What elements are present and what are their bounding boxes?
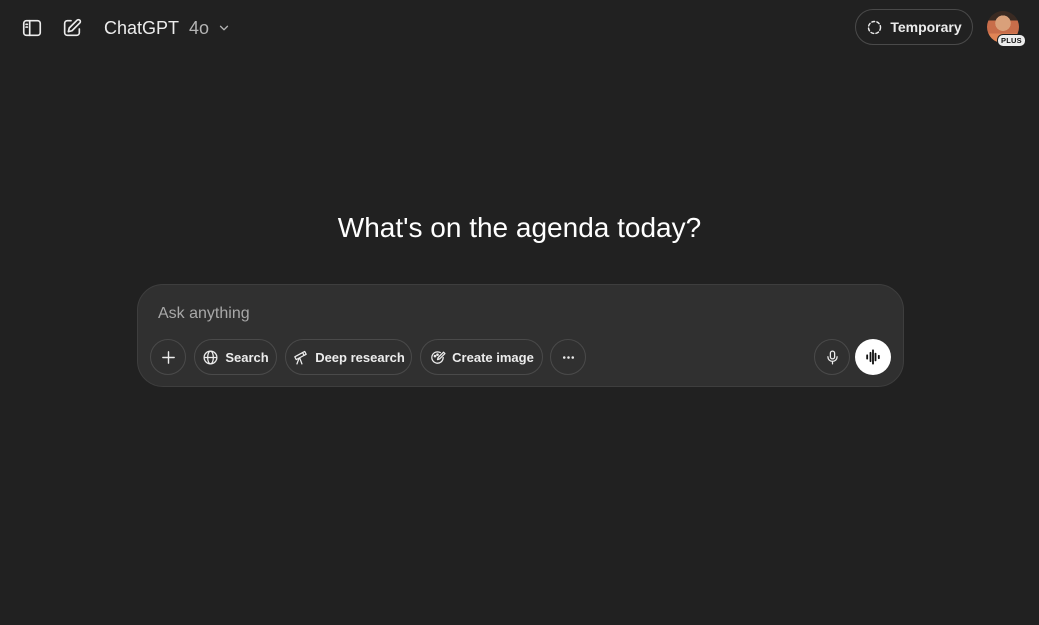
page-heading: What's on the agenda today? [337,212,702,243]
dashed-circle-icon [868,20,882,34]
deep-research-button[interactable]: Deep research [285,339,412,375]
model-version: 4o [189,17,210,38]
prompt-input[interactable] [156,301,800,327]
deep-research-label: Deep research [315,349,405,365]
new-chat-button[interactable] [54,10,90,46]
top-bar: ChatGPT 4o Temporary PLUS [0,0,1039,56]
model-name: ChatGPT [104,17,180,38]
edit-pencil-icon [63,18,82,37]
more-tools-button[interactable] [550,339,586,375]
voice-mode-button[interactable] [855,339,891,375]
search-button[interactable]: Search [194,339,277,375]
create-image-label: Create image [452,349,534,365]
search-label: Search [225,349,269,365]
chevron-down-icon [219,25,229,31]
sidebar-toggle-icon [22,19,42,37]
temporary-label: Temporary [890,19,962,35]
model-selector[interactable]: ChatGPT 4o [96,10,239,46]
voice-wave-icon [866,349,880,365]
palette-icon [431,350,446,364]
plan-badge: PLUS [997,34,1026,47]
globe-icon [203,349,218,365]
app-window: ChatGPT 4o Temporary PLUS What's on the … [0,0,1039,625]
create-image-button[interactable]: Create image [420,339,543,375]
temporary-chat-button[interactable]: Temporary [855,9,973,45]
user-avatar[interactable]: PLUS [987,11,1026,47]
attach-button[interactable] [150,339,186,375]
plus-icon [161,350,175,364]
message-composer: Search Deep research Create im [137,284,904,387]
telescope-icon [294,350,307,365]
microphone-icon [826,349,838,365]
sidebar-toggle-button[interactable] [14,10,50,46]
dictate-button[interactable] [814,339,850,375]
ellipsis-icon [562,355,574,359]
